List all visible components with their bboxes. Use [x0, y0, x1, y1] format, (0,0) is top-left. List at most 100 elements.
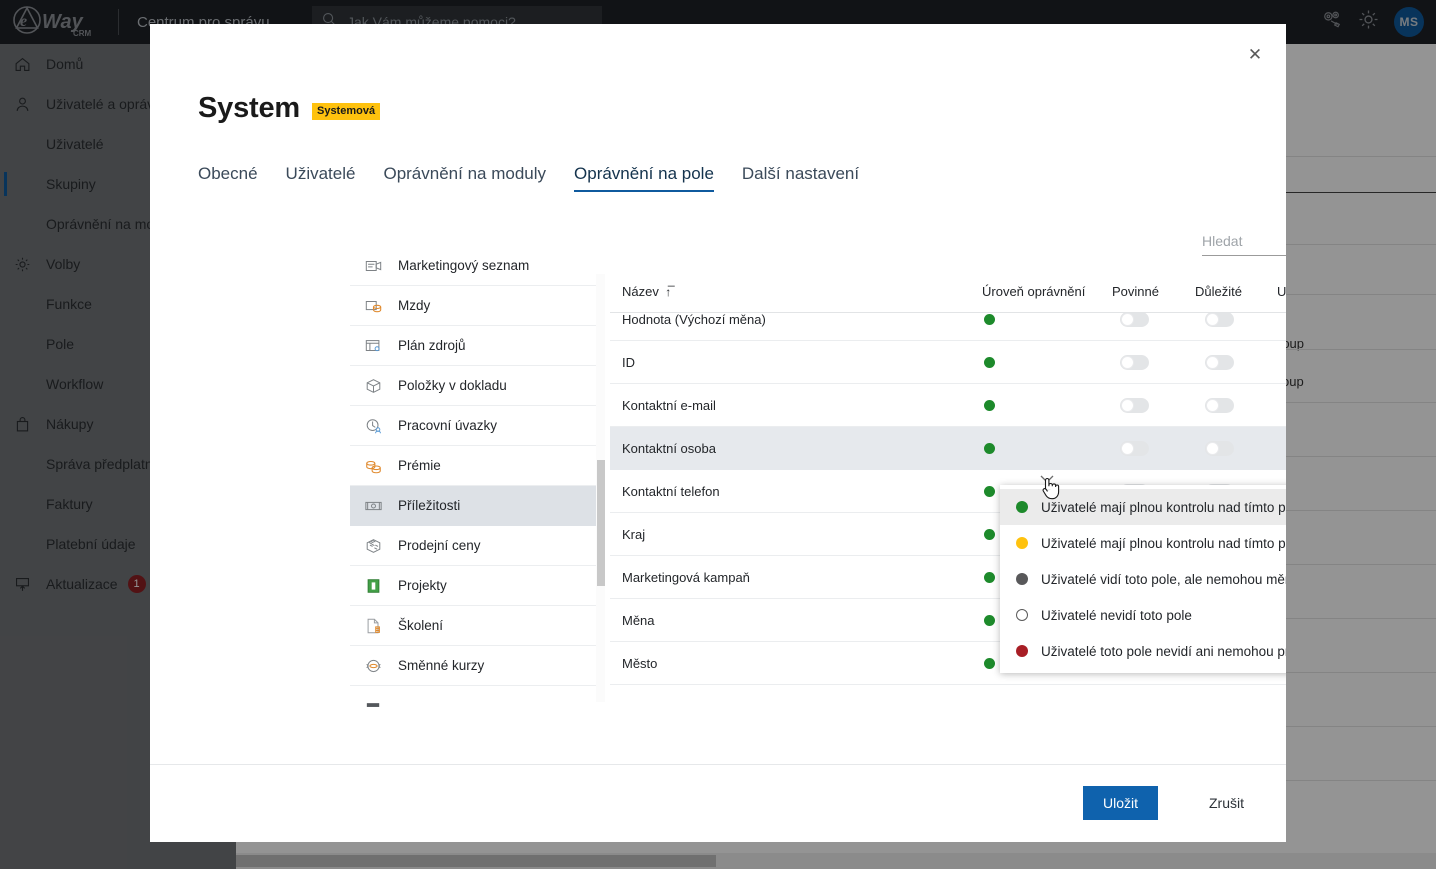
resource-plan-icon	[362, 336, 384, 356]
module-list-item[interactable]: Směnné kurzy	[350, 646, 598, 686]
module-list-item-label: Příležitosti	[398, 498, 461, 513]
permission-level-dot[interactable]	[984, 615, 995, 626]
marketing-list-icon	[362, 260, 384, 276]
table-row[interactable]: ID	[610, 341, 1286, 384]
module-list: Marketingový seznam Mzdy Plán zdrojů Položk…	[350, 260, 598, 712]
page-title: System	[198, 92, 300, 124]
status-badge: Systemová	[311, 103, 381, 121]
module-list-item[interactable]	[350, 686, 598, 712]
field-name: Měna	[622, 613, 655, 628]
toggle-dulezite[interactable]	[1205, 355, 1234, 370]
permission-level-dropdown: Uživatelé mají plnou kontrolu nad tímto …	[1000, 485, 1286, 673]
table-row[interactable]: Kontaktní osoba	[610, 427, 1286, 470]
module-list-item-label: Prémie	[398, 458, 441, 473]
table-row[interactable]: Hodnota (Výchozí měna)	[610, 312, 1286, 341]
wages-icon	[362, 296, 384, 316]
module-list-item[interactable]: Pracovní úvazky	[350, 406, 598, 446]
module-list-item[interactable]: Příležitosti	[350, 486, 598, 526]
permission-option-label: Uživatelé toto pole nevidí ani nemohou p…	[1041, 643, 1286, 659]
module-list-item[interactable]: Prémie	[350, 446, 598, 486]
training-icon	[362, 616, 384, 636]
permission-level-dot[interactable]	[984, 529, 995, 540]
permission-level-dot[interactable]	[984, 443, 995, 454]
field-name: ID	[622, 355, 635, 370]
permission-level-dot[interactable]	[984, 314, 995, 325]
module-list-item-label: Prodejní ceny	[398, 538, 481, 553]
permission-option[interactable]: Uživatelé vidí toto pole, ale nemohou mě…	[1000, 561, 1286, 597]
toggle-dulezite[interactable]	[1205, 398, 1234, 413]
close-icon[interactable]: ✕	[1238, 38, 1272, 72]
tab-2[interactable]: Uživatelé	[286, 164, 356, 192]
field-name: Hodnota (Výchozí měna)	[622, 312, 766, 327]
column-header-dulezite[interactable]: Důležité	[1195, 284, 1242, 299]
exchange-rates-icon	[362, 656, 384, 676]
search-input[interactable]	[1202, 231, 1286, 256]
tab-5[interactable]: Další nastavení	[742, 164, 859, 192]
app-root: roup oup Domů Uživatelé a oprávnění Uživat…	[0, 0, 1436, 869]
toggle-dulezite[interactable]	[1205, 441, 1234, 456]
bonus-icon	[362, 456, 384, 476]
work-commitments-icon	[362, 416, 384, 436]
field-name: Marketingová kampaň	[622, 570, 750, 585]
module-list-inner: Marketingový seznam Mzdy Plán zdrojů Položk…	[350, 260, 598, 712]
cancel-button[interactable]: Zrušit	[1205, 786, 1248, 820]
column-header-povinne[interactable]: Povinné	[1112, 284, 1159, 299]
permission-option-label: Uživatelé vidí toto pole, ale nemohou mě…	[1041, 571, 1286, 587]
permission-option-dot	[1016, 537, 1028, 549]
column-header-nazev-label: Název	[622, 284, 659, 299]
table-row[interactable]: Kontaktní e-mail	[610, 384, 1286, 427]
tab-1[interactable]: Obecné	[198, 164, 258, 192]
module-list-scroll-thumb[interactable]	[597, 460, 605, 586]
permission-option[interactable]: Uživatelé mají plnou kontrolu nad tímto …	[1000, 525, 1286, 561]
save-button[interactable]: Uložit	[1082, 786, 1158, 820]
permission-level-dot[interactable]	[984, 572, 995, 583]
field-search[interactable]	[1202, 231, 1286, 256]
document-items-icon	[362, 376, 384, 396]
modal-footer: Uložit Zrušit	[150, 764, 1286, 842]
permission-level-dot[interactable]	[984, 658, 995, 669]
module-list-item[interactable]: Školení	[350, 606, 598, 646]
module-list-item-label: Marketingový seznam	[398, 260, 530, 273]
permission-level-dot[interactable]	[984, 357, 995, 368]
toggle-dulezite[interactable]	[1205, 313, 1234, 327]
projects-icon	[362, 576, 384, 596]
field-name: Kontaktní osoba	[622, 441, 716, 456]
permission-level-dot[interactable]	[984, 400, 995, 411]
permission-option[interactable]: Uživatelé toto pole nevidí ani nemohou p…	[1000, 633, 1286, 669]
field-name: Kraj	[622, 527, 646, 542]
permission-level-dot[interactable]	[984, 486, 995, 497]
toggle-povinne[interactable]	[1120, 313, 1149, 327]
sales-prices-icon	[362, 536, 384, 556]
module-list-item[interactable]: Položky v dokladu	[350, 366, 598, 406]
table-header: Název ↑̅ Úroveň oprávnění Povinné Důleži…	[610, 279, 1286, 311]
column-header-nazev[interactable]: Název ↑̅	[622, 284, 671, 299]
partial-icon	[362, 696, 384, 713]
tab-3[interactable]: Oprávnění na moduly	[383, 164, 546, 192]
permission-option-dot	[1016, 501, 1028, 513]
column-header-uroven[interactable]: Úroveň oprávnění	[982, 284, 1085, 299]
module-list-item[interactable]: Plán zdrojů	[350, 326, 598, 366]
permission-option[interactable]: Uživatelé nevidí toto pole	[1000, 597, 1286, 633]
tab-4[interactable]: Oprávnění na pole	[574, 164, 714, 192]
permission-option-dot	[1016, 609, 1028, 621]
module-list-item[interactable]: Marketingový seznam	[350, 260, 598, 286]
toggle-povinne[interactable]	[1120, 355, 1149, 370]
modal-tabs: Obecné Uživatelé Oprávnění na moduly Oprávn…	[198, 164, 859, 192]
module-list-item[interactable]: Mzdy	[350, 286, 598, 326]
permission-option-label: Uživatelé mají plnou kontrolu nad tímto …	[1041, 535, 1286, 551]
field-name: Město	[622, 656, 658, 671]
opportunity-icon	[362, 496, 384, 516]
module-list-item[interactable]: Prodejní ceny	[350, 526, 598, 566]
module-list-item-label: Položky v dokladu	[398, 378, 507, 393]
module-list-scrollbar[interactable]	[596, 274, 605, 702]
column-header-unikatni[interactable]: Unikátní	[1277, 284, 1286, 299]
permission-option-label: Uživatelé nevidí toto pole	[1041, 607, 1192, 623]
module-list-item-label: Směnné kurzy	[398, 658, 485, 673]
module-list-item[interactable]: Projekty	[350, 566, 598, 606]
toggle-povinne[interactable]	[1120, 398, 1149, 413]
module-list-item-label: Plán zdrojů	[398, 338, 466, 353]
permission-option[interactable]: Uživatelé mají plnou kontrolu nad tímto …	[1000, 489, 1286, 525]
field-name: Kontaktní e-mail	[622, 398, 716, 413]
permission-option-dot	[1016, 573, 1028, 585]
toggle-povinne[interactable]	[1120, 441, 1149, 456]
